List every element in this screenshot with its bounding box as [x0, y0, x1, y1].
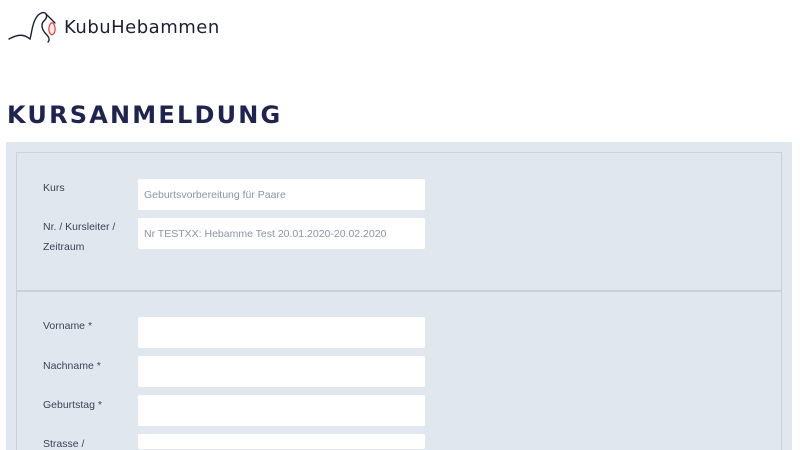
- kurs-label: Kurs: [43, 182, 65, 194]
- geburtstag-label: Geburtstag *: [43, 399, 102, 411]
- kurs-field[interactable]: [137, 178, 426, 211]
- site-header: KubuHebammen: [0, 0, 800, 60]
- nachname-label: Nachname *: [43, 360, 101, 372]
- vorname-field[interactable]: [137, 316, 426, 349]
- nr-label-line-2: Zeitraum: [43, 241, 85, 253]
- nr-kursleiter-zeitraum-label: Nr. / Kursleiter / Zeitraum: [43, 217, 115, 257]
- nr-kursleiter-zeitraum-field[interactable]: [137, 217, 426, 250]
- brand-name[interactable]: KubuHebammen: [64, 17, 220, 38]
- geburtstag-field[interactable]: [137, 394, 426, 427]
- vorname-label: Vorname *: [43, 320, 93, 332]
- stork-icon[interactable]: [8, 6, 60, 46]
- strasse-label: Strasse /: [43, 438, 85, 450]
- strasse-field[interactable]: [137, 433, 426, 450]
- page-title: KURSANMELDUNG: [7, 101, 283, 129]
- nachname-field[interactable]: [137, 355, 426, 388]
- nr-label-line-1: Nr. / Kursleiter /: [43, 221, 116, 233]
